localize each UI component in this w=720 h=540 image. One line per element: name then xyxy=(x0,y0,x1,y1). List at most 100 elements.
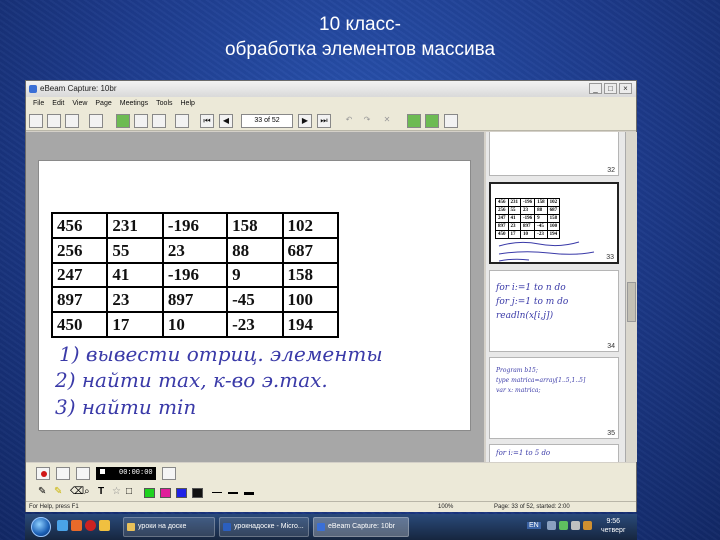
cut-icon[interactable] xyxy=(444,114,458,128)
taskbar-button-ebeam[interactable]: eBeam Capture: 10br xyxy=(313,517,409,537)
window-title: eBeam Capture: 10br xyxy=(40,84,117,93)
line-thin[interactable] xyxy=(212,492,222,493)
thumbnail-text: for j:=1 to m do xyxy=(496,297,569,307)
close-button[interactable]: × xyxy=(619,83,632,94)
magnifier-icon[interactable]: ⌕ xyxy=(84,486,90,497)
window-titlebar: eBeam Capture: 10br _ □ × xyxy=(26,81,636,97)
record-icon xyxy=(41,471,47,477)
view-grid-icon[interactable] xyxy=(47,114,61,128)
stop-button[interactable] xyxy=(76,467,90,480)
last-page-icon[interactable]: ⏭ xyxy=(317,114,331,128)
view-list-icon[interactable] xyxy=(65,114,79,128)
thumbnail-33[interactable]: 456 231 -196 158 102 256 55 23 88 687 247 41 -196 9 15… xyxy=(489,182,619,264)
taskbar: уроки на доске урокнадоске - Micro... eB… xyxy=(25,514,637,540)
menu-view[interactable]: View xyxy=(68,97,91,111)
color-blue-swatch[interactable] xyxy=(176,488,187,498)
quicklaunch-ie-icon[interactable] xyxy=(57,520,68,531)
scrollbar-thumb[interactable] xyxy=(627,282,636,322)
image-gallery-icon[interactable] xyxy=(407,114,421,128)
tray-volume-icon[interactable] xyxy=(571,521,580,530)
thumbnail-36[interactable]: for i:=1 to 5 do xyxy=(489,444,619,462)
thumbnail-text: for i:=1 to n do xyxy=(496,283,566,293)
thumbnail-number: 33 xyxy=(606,254,614,261)
drawing-toolbar: ✎ ✎ ⌫ ⌕ T ☆ □ xyxy=(26,485,636,501)
redo-icon[interactable]: ↷ xyxy=(360,114,374,128)
line-medium[interactable] xyxy=(228,492,238,494)
status-bar: For Help, press F1 100% Page: 33 of 52, … xyxy=(26,501,636,512)
handwriting-line2: 2) найти max, к-во э.max. xyxy=(54,368,328,392)
recorder-bar: 00:00:00 xyxy=(26,463,636,485)
menu-help[interactable]: Help xyxy=(177,97,199,111)
taskbar-button-word[interactable]: урокнадоске - Micro... xyxy=(219,517,309,537)
handwriting-layer: 1) вывести отриц. элементы 2) найти max,… xyxy=(54,342,383,419)
thumbnail-scrollbar[interactable] xyxy=(625,132,637,462)
minimize-button[interactable]: _ xyxy=(589,83,602,94)
pen-settings-icon[interactable] xyxy=(608,114,622,128)
insert-image-icon[interactable] xyxy=(425,114,439,128)
ebeam-app-icon xyxy=(29,85,37,93)
main-toolbar: ⏮ ◀ 33 of 52 ▶ ⏭ ↶ ↷ ✕ xyxy=(26,111,636,131)
slide-title-line1: 10 класс- xyxy=(319,14,401,35)
tray-misc-icon[interactable] xyxy=(583,521,592,530)
thumbnail-34[interactable]: for i:=1 to n do for j:=1 to m do readln… xyxy=(489,270,619,352)
new-page-icon[interactable] xyxy=(116,114,130,128)
thumbnail-35[interactable]: Program b15; type matrica=array[1..5,1..… xyxy=(489,357,619,439)
record-button[interactable] xyxy=(36,467,50,480)
clock-time: 9:56 xyxy=(606,518,621,525)
taskbar-button-folder[interactable]: уроки на доске xyxy=(123,517,215,537)
undo-icon[interactable]: ↶ xyxy=(342,114,356,128)
folder-icon xyxy=(127,523,135,531)
thumbnail-text: readln(x[i,j]) xyxy=(496,311,554,321)
quicklaunch-folder-icon[interactable] xyxy=(99,520,110,531)
handwriting-line1: 1) вывести отриц. элементы xyxy=(59,342,383,366)
playback-menu-button[interactable] xyxy=(162,467,176,480)
menu-edit[interactable]: Edit xyxy=(48,97,68,111)
pen-tool-icon[interactable]: ✎ xyxy=(38,486,46,497)
copy-page-icon[interactable] xyxy=(134,114,148,128)
menubar: File Edit View Page Meetings Tools Help xyxy=(26,97,636,111)
slide-title-line2: обработка элементов массива xyxy=(224,39,496,60)
menu-file[interactable]: File xyxy=(29,97,48,111)
ebeam-app-icon xyxy=(317,523,325,531)
color-black-swatch[interactable] xyxy=(192,488,203,498)
paste-page-icon[interactable] xyxy=(152,114,166,128)
quicklaunch-opera-icon[interactable] xyxy=(85,520,96,531)
whiteboard-page[interactable]: 456 231 -196 158 102 256 55 23 88 687 247 41 -196 9 15… xyxy=(38,160,471,431)
menu-tools[interactable]: Tools xyxy=(152,97,176,111)
thumbnail-32[interactable]: 32 xyxy=(489,132,619,176)
view-single-icon[interactable] xyxy=(29,114,43,128)
ebeam-window: eBeam Capture: 10br _ □ × File Edit View… xyxy=(25,80,637,512)
maximize-button[interactable]: □ xyxy=(604,83,617,94)
star-icon[interactable]: ☆ xyxy=(112,486,121,497)
next-page-icon[interactable]: ▶ xyxy=(298,114,312,128)
line-thick[interactable] xyxy=(244,492,254,495)
tray-network-icon[interactable] xyxy=(547,521,556,530)
tray-app-icon[interactable] xyxy=(559,521,568,530)
language-indicator[interactable]: EN xyxy=(527,522,541,529)
quicklaunch-firefox-icon[interactable] xyxy=(71,520,82,531)
color-green-swatch[interactable] xyxy=(144,488,155,498)
thumbnail-panel: 32 456 231 -196 158 102 256 55 23 88 687 247 41 -196… xyxy=(486,132,637,462)
erase-page-icon[interactable] xyxy=(175,114,189,128)
page-indicator[interactable]: 33 of 52 xyxy=(241,114,293,128)
delete-icon[interactable]: ✕ xyxy=(380,114,394,128)
eraser-icon[interactable]: ⌫ xyxy=(70,486,84,497)
word-icon xyxy=(223,523,231,531)
stop-square-icon xyxy=(100,469,105,474)
system-clock[interactable]: 9:56 четверг xyxy=(601,517,626,535)
thumbnail-text: var x: matrica; xyxy=(496,387,541,394)
thumbnail-text: Program b15; xyxy=(496,367,538,374)
text-tool-icon[interactable]: T xyxy=(98,486,104,497)
first-page-icon[interactable]: ⏮ xyxy=(200,114,214,128)
pause-button[interactable] xyxy=(56,467,70,480)
prev-page-icon[interactable]: ◀ xyxy=(219,114,233,128)
save-icon[interactable] xyxy=(89,114,103,128)
highlighter-icon[interactable]: ✎ xyxy=(54,486,62,497)
menu-page[interactable]: Page xyxy=(91,97,115,111)
menu-meetings[interactable]: Meetings xyxy=(116,97,152,111)
color-magenta-swatch[interactable] xyxy=(160,488,171,498)
start-button[interactable] xyxy=(31,517,51,537)
slide-title: 10 класс- обработка элементов массива xyxy=(0,12,720,62)
handwriting-line3: 3) найти min xyxy=(55,395,196,419)
shape-tool-icon[interactable]: □ xyxy=(126,486,132,497)
